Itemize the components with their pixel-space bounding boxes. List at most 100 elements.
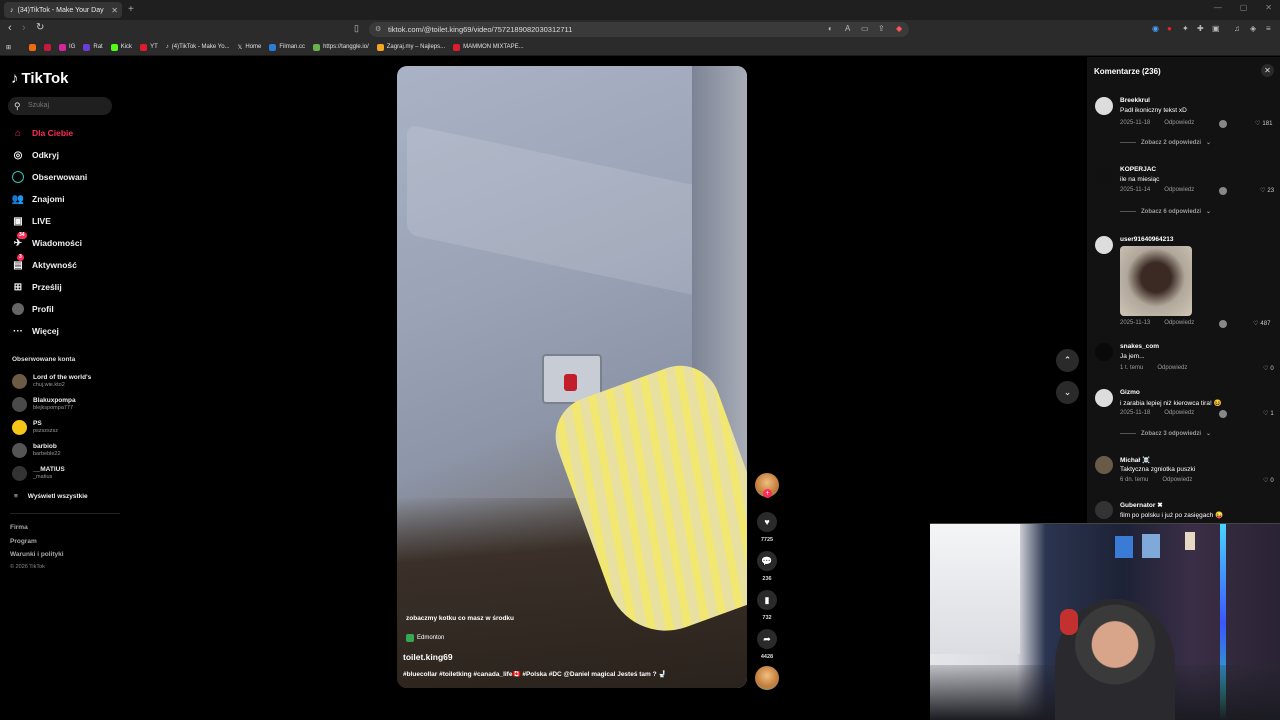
follow-plus-icon[interactable]: + [763,489,772,498]
record-icon[interactable]: ● [1167,24,1172,33]
next-video-button[interactable]: ⌄ [1056,381,1079,404]
comment-like-button[interactable]: ♡ 23 [1260,187,1274,195]
reply-button[interactable]: Odpowiedz [1162,477,1192,483]
bookmark-orange[interactable] [29,43,37,51]
bookmark-rat[interactable]: Rat [83,43,103,51]
video-player[interactable]: zobaczmy kotku co masz w środku Edmonton… [397,66,747,688]
previous-video-button[interactable]: ⌃ [1056,349,1079,372]
bookmark-red[interactable] [44,43,52,51]
comment-username[interactable]: Gubernator ✖ [1120,501,1163,509]
footer-link-terms[interactable]: Warunki i polityki [10,551,64,558]
wallet-icon[interactable]: ◈ [1250,24,1256,33]
comment-username[interactable]: Breekkrul [1120,97,1150,104]
bookmark-tanggle[interactable]: https://tanggle.io/ [313,43,369,51]
back-icon[interactable]: ‹ [8,22,12,34]
site-info-icon[interactable]: ⚙ [375,22,381,37]
video-author[interactable]: toilet.king69 [403,652,453,662]
avatar[interactable] [1095,456,1113,474]
brave-shield-icon[interactable]: ◆ [896,24,902,33]
avatar[interactable] [1095,236,1113,254]
minimize-icon[interactable]: — [1214,3,1222,12]
translate-icon[interactable]: A [845,24,850,33]
view-replies-button[interactable]: Zobacz 2 odpowiedzi ⌄ [1120,139,1211,146]
nav-messages[interactable]: ✈ 34 Wiadomości [12,232,82,249]
avatar[interactable] [1095,501,1113,519]
extension-icon[interactable]: ✦ [1182,24,1189,33]
nav-for-you[interactable]: ⌂ Dla Ciebie [12,127,73,139]
footer-link-program[interactable]: Program [10,538,37,545]
sound-disc-icon[interactable] [755,666,779,690]
nav-explore[interactable]: ◎ Odkryj [12,149,59,161]
bookmark-zagraj[interactable]: Zagraj.my – Najleps... [376,43,445,51]
browser-tab[interactable]: ♪ (34)TikTok - Make Your Day ✕ [4,2,122,18]
music-icon[interactable]: ♫ [1234,24,1240,33]
share-icon[interactable]: ⇪ [878,24,885,33]
nav-following[interactable]: Obserwowani [12,171,87,183]
sidepanel-icon[interactable]: ▣ [1212,24,1220,33]
like-button[interactable]: ♥ [757,512,777,532]
maximize-icon[interactable]: ▢ [1240,3,1248,12]
reload-icon[interactable]: ↻ [36,22,44,33]
comment-button[interactable]: 💬 [757,551,777,571]
comment-username[interactable]: user91640964213 [1120,236,1174,243]
reply-button[interactable]: Odpowiedz [1164,320,1194,326]
followed-account[interactable]: PS pszszszsz [12,420,58,435]
audio-playing-icon[interactable]: ◉ [1152,24,1159,33]
comment-like-button[interactable]: ♡ 0 [1263,477,1274,485]
comment-username[interactable]: KOPERJAC [1120,166,1156,173]
view-replies-button[interactable]: Zobacz 3 odpowiedzi ⌄ [1120,430,1211,437]
view-replies-button[interactable]: Zobacz 6 odpowiedzi ⌄ [1120,208,1211,215]
bookmark-home[interactable]: 𝕏 Home [238,44,262,51]
close-comments-button[interactable]: ✕ [1261,64,1274,77]
reply-button[interactable]: Odpowiedz [1164,187,1194,193]
nav-activity[interactable]: ▤ 3 Aktywność [12,254,77,271]
bookmark-tiktok[interactable]: ♪ (4)TikTok - Make Yo... [166,44,230,50]
reply-button[interactable]: Odpowiedz [1164,120,1194,126]
nav-more[interactable]: ··· Więcej [12,325,59,337]
puzzle-icon[interactable]: ✚ [1197,24,1204,33]
comment-like-button[interactable]: ♡ 181 [1255,120,1272,128]
window-close-icon[interactable]: ✕ [1265,3,1272,12]
bookmark-ig[interactable]: IG [59,43,75,51]
bookmark-filman[interactable]: Filman.cc [269,43,305,51]
share-button[interactable]: ➦ [757,629,777,649]
comment-like-button[interactable]: ♡ 487 [1253,320,1270,328]
apps-icon[interactable]: ⊞ [6,44,11,51]
forward-icon[interactable]: › [22,22,26,34]
search-input[interactable]: ⚲ Szukaj [8,97,112,115]
avatar[interactable] [1095,166,1113,184]
comment-like-button[interactable]: ♡ 1 [1263,410,1274,418]
followed-account[interactable]: __MATIUS _matius [12,466,65,481]
followed-account[interactable]: barbiob barbeble22 [12,443,61,458]
tiktok-logo[interactable]: ♪ TikTok [11,70,68,87]
new-tab-icon[interactable]: + [128,4,134,15]
cast-icon[interactable]: ▭ [861,24,869,33]
menu-icon[interactable]: ≡ [1266,24,1271,33]
save-button[interactable]: ▮ [757,590,777,610]
avatar[interactable] [1095,389,1113,407]
bookmark-mammon[interactable]: MAMMON MIXTAPE... [453,43,524,51]
mute-icon[interactable]: ◐ [828,24,833,33]
avatar[interactable] [1095,97,1113,115]
followed-account[interactable]: Lord of the world's chuj.wie.kto2 [12,374,91,389]
nav-friends[interactable]: 👥 Znajomi [12,193,65,205]
comment-username[interactable]: Gizmo [1120,389,1140,396]
bookmark-yt[interactable]: YT [140,43,158,51]
footer-link-company[interactable]: Firma [10,524,28,531]
followed-account[interactable]: Blakuxpompa blejkspompa777 [12,397,76,412]
avatar[interactable] [1095,343,1113,361]
bookmark-kick[interactable]: Kick [110,43,132,51]
video-location[interactable]: Edmonton [406,634,444,642]
nav-profile[interactable]: Profil [12,303,54,315]
comment-username[interactable]: Michał ☠️ [1120,456,1150,464]
comment-like-button[interactable]: ♡ 0 [1263,365,1274,373]
reply-button[interactable]: Odpowiedz [1157,365,1187,371]
nav-live[interactable]: ▣ LIVE [12,215,51,227]
comment-username[interactable]: snakes_com [1120,343,1159,350]
comment-text: ile na miesiąc [1120,176,1160,183]
bookmark-page-icon[interactable]: ▯ [354,23,359,34]
nav-upload[interactable]: ⊞ Prześlij [12,281,62,293]
show-all-button[interactable]: ≡ Wyświetl wszystkie [14,493,88,500]
reply-button[interactable]: Odpowiedz [1164,410,1194,416]
tab-close-icon[interactable]: ✕ [111,6,118,15]
